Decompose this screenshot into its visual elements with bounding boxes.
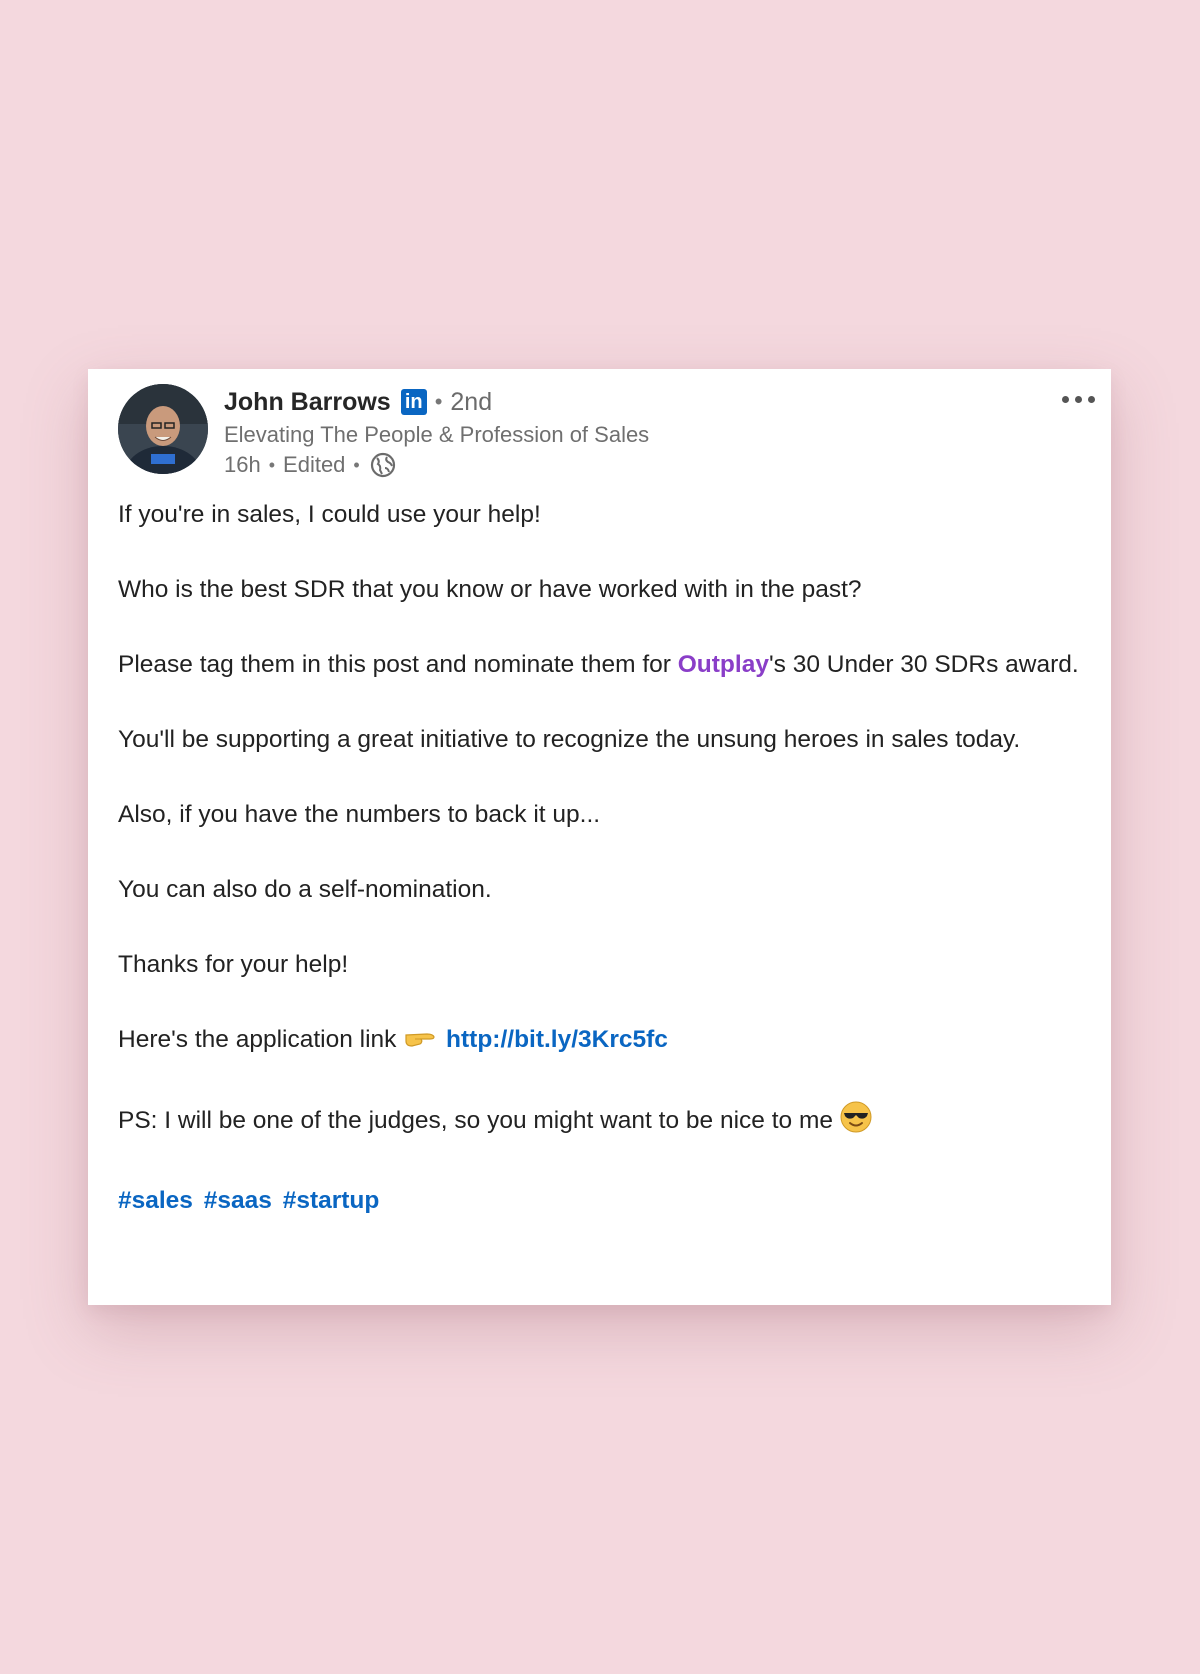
post-time[interactable]: 16h (224, 452, 261, 478)
post-paragraph: If you're in sales, I could use your hel… (118, 501, 541, 528)
author-name-row: John Barrows in • 2nd (224, 387, 1031, 417)
paragraph-text: 's 30 Under 30 SDRs award. (768, 651, 1079, 678)
smiling-face-with-sunglasses-emoji (840, 1101, 872, 1145)
post-paragraph: Also, if you have the numbers to back it… (118, 801, 601, 828)
connection-degree: 2nd (450, 387, 493, 416)
backhand-index-pointing-right-emoji (403, 1026, 439, 1064)
post-paragraph: PS: I will be one of the judges, so you … (118, 1101, 1103, 1145)
author-name[interactable]: John Barrows (224, 388, 391, 417)
avatar-photo (118, 384, 208, 474)
paragraph-text: PS: I will be one of the judges, so you … (118, 1107, 840, 1134)
post-paragraph: Thanks for your help! (118, 951, 349, 978)
linkedin-badge-icon: in (400, 389, 427, 415)
post-paragraph: Here's the application link http://bit.l… (118, 1021, 1103, 1064)
hashtag-sales[interactable]: #sales (118, 1187, 193, 1214)
post-paragraph: Please tag them in this post and nominat… (118, 646, 1103, 684)
edited-label: Edited (283, 452, 346, 477)
more-horizontal-icon (1087, 395, 1095, 403)
application-link[interactable]: http://bit.ly/3Krc5fc (446, 1026, 668, 1053)
post-paragraph: You'll be supporting a great initiative … (118, 726, 1021, 753)
hashtag-startup[interactable]: #startup (283, 1187, 380, 1214)
paragraph-text: Here's the application link (118, 1026, 404, 1053)
separator-dot: • (268, 454, 276, 475)
hashtag-saas[interactable]: #saas (204, 1187, 272, 1214)
post-paragraph: You can also do a self-nomination. (118, 876, 492, 903)
post-meta: 16h • Edited • (224, 450, 1031, 480)
globe-icon (370, 452, 396, 478)
more-horizontal-icon (1061, 395, 1069, 403)
separator-dot: • (353, 454, 360, 475)
author-headline: Elevating The People & Profession of Sal… (224, 422, 650, 447)
post-body: If you're in sales, I could use your hel… (118, 496, 1103, 1257)
author-info: John Barrows in • 2nd Elevating The Peop… (224, 387, 1031, 480)
post-paragraph: Who is the best SDR that you know or hav… (118, 576, 862, 603)
author-avatar[interactable] (118, 384, 208, 474)
paragraph-text: Please tag them in this post and nominat… (118, 651, 678, 678)
post-card: John Barrows in • 2nd Elevating The Peop… (88, 369, 1111, 1305)
separator-dot: • (434, 389, 443, 414)
more-options-button[interactable] (1053, 387, 1103, 411)
company-mention-outplay[interactable]: Outplay (678, 651, 769, 678)
hashtags: #sales #saas #startup (118, 1182, 1103, 1220)
more-horizontal-icon (1074, 395, 1082, 403)
